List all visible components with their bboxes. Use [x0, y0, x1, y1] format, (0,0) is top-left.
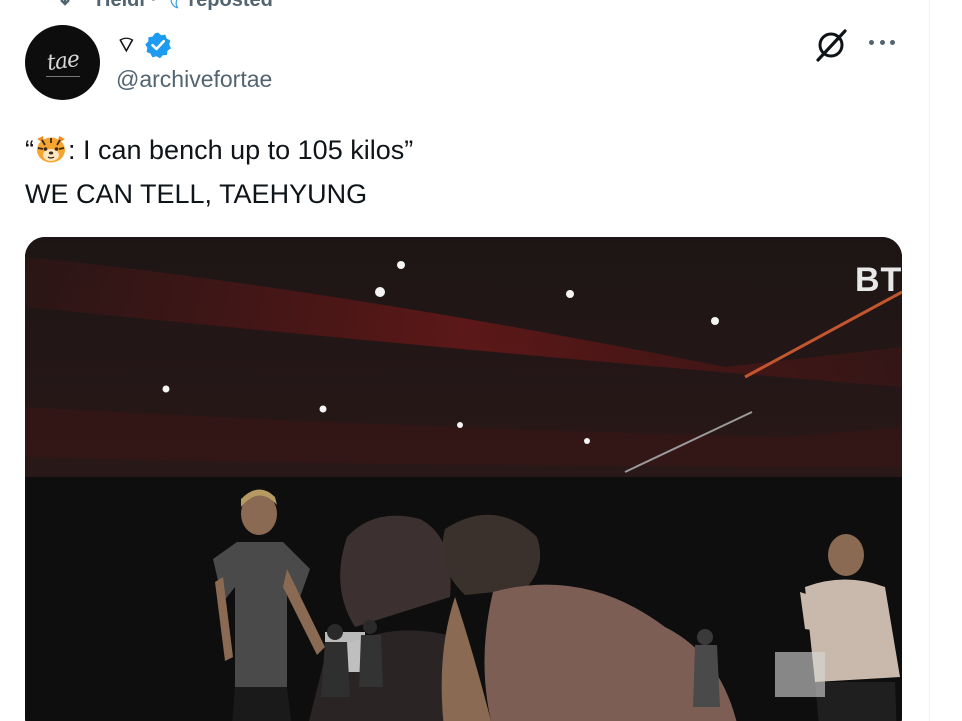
author-handle[interactable]: @archivefortae: [116, 66, 272, 93]
repost-user[interactable]: Heidi ·: [96, 0, 157, 12]
quote-text: : I can bench up to 105 kilos”: [68, 135, 414, 165]
more-dot: [890, 39, 895, 45]
avatar-logo: tae: [44, 46, 81, 76]
tweet-line-1: “ : I can bench up to 105 kilos”: [25, 128, 413, 172]
more-dot: [879, 39, 885, 45]
tweet-text: “ : I can bench up to 105 kilos” WE CAN …: [25, 128, 413, 216]
timeline-divider: [929, 0, 930, 721]
avatar[interactable]: tae: [25, 25, 100, 100]
verified-badge-icon[interactable]: [144, 31, 172, 59]
author-name-row[interactable]: ⌔: [116, 30, 172, 60]
video-frame: [25, 237, 902, 721]
grok-icon[interactable]: [812, 26, 850, 64]
more-dot: [869, 39, 874, 45]
more-options-icon[interactable]: [866, 28, 898, 56]
open-quote: “: [25, 135, 34, 165]
repost-context[interactable]: Heidi · 𓆩 reposted: [60, 0, 273, 15]
display-name[interactable]: ⌔: [116, 31, 138, 59]
bts-watermark: BTS: [855, 261, 902, 299]
tweet-line-2: WE CAN TELL, TAEHYUNG: [25, 179, 368, 209]
repost-icon: [60, 0, 70, 6]
repost-label: reposted: [188, 0, 272, 12]
tweet-media-video[interactable]: BTS: [25, 237, 902, 721]
tiger-face-icon: [37, 136, 65, 163]
repost-emoji: 𓆩: [167, 0, 179, 15]
